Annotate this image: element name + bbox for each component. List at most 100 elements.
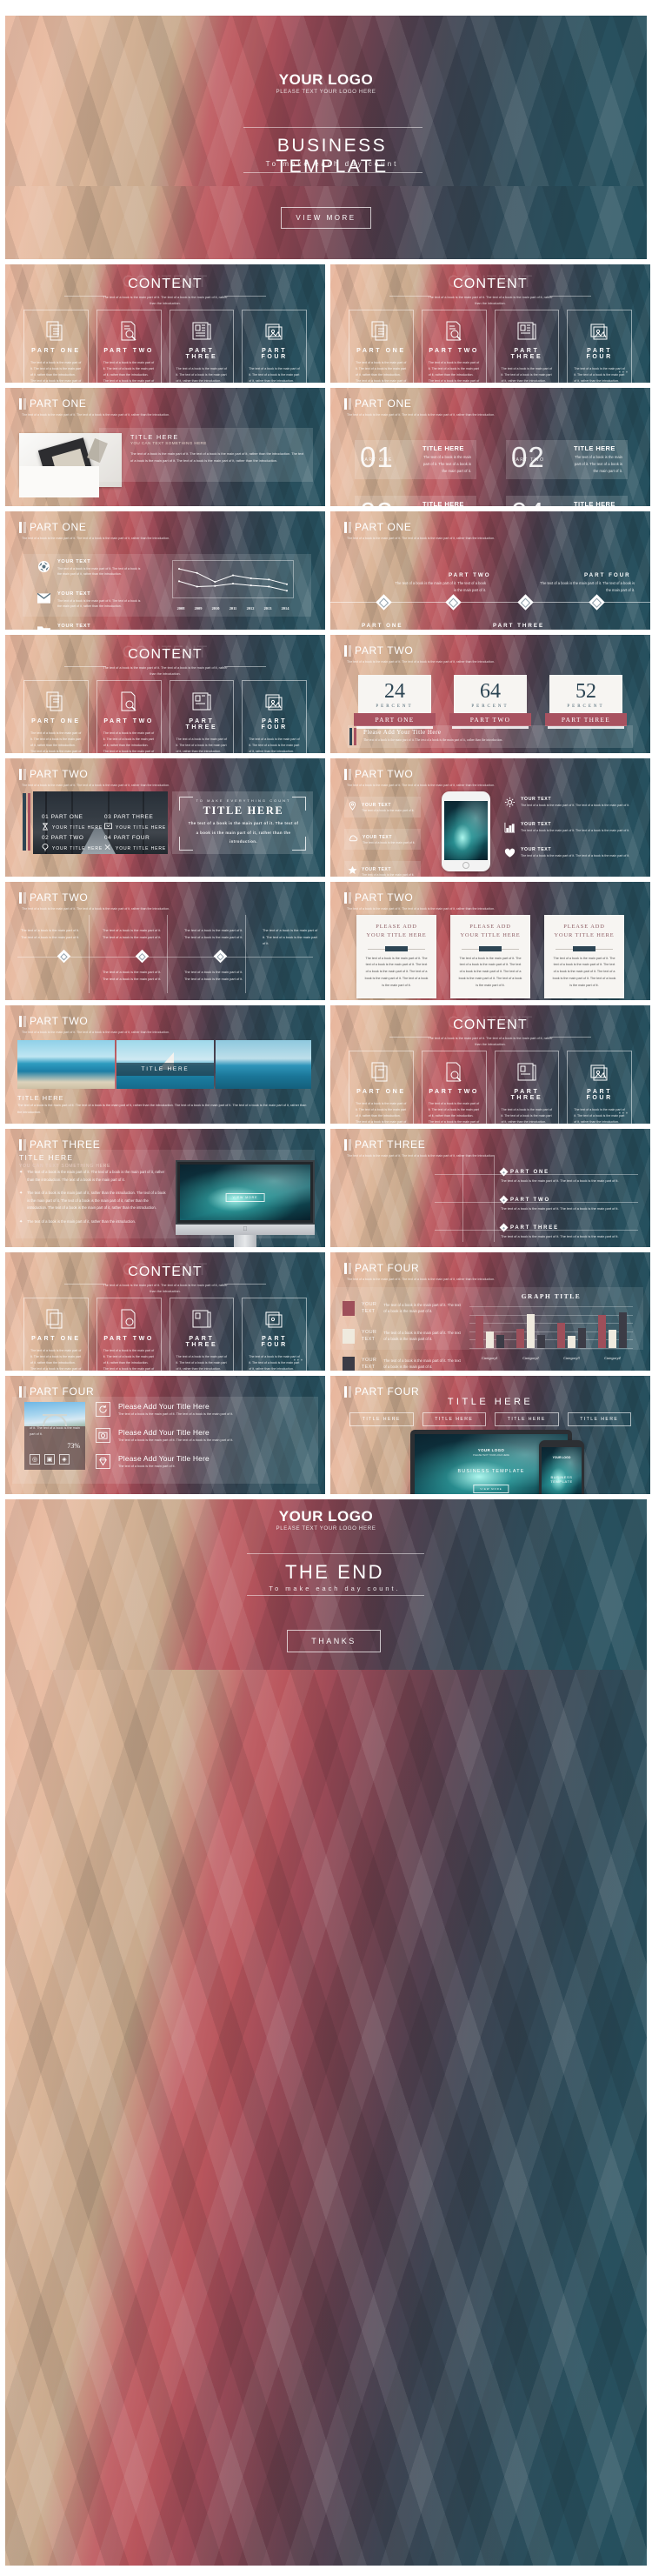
content-card[interactable]: PART ONE The text of a book is the main … — [349, 1051, 414, 1124]
slide-content-b[interactable]: CONTENT CONTENT The text of a book is th… — [330, 264, 650, 383]
pagination-dots[interactable]: ••• — [619, 370, 629, 376]
legend-item[interactable]: YOUR TEXT The text of a book is the main… — [343, 1329, 464, 1344]
phone-list-item[interactable]: YOUR TEXT The text of a book is the main … — [504, 847, 640, 863]
timeline-node-diamond[interactable] — [376, 594, 392, 611]
content-card[interactable]: PART FOUR The text of a book is the main… — [242, 680, 307, 753]
slide-phone-mock[interactable]: PART TWO The text of a book is the main … — [330, 758, 650, 877]
phone-list-item[interactable]: YOUR TEXT The text of a book is the main … — [344, 861, 421, 877]
slide-intro-photo[interactable]: PART ONE The text of a book is the main … — [5, 388, 325, 506]
content-card[interactable]: PART TWO The text of a book is the main … — [421, 310, 487, 383]
content-card[interactable]: PART ONE The text of a book is the main … — [23, 680, 89, 753]
numbered-item[interactable]: 04PART FOUR TITLE HEREThe text of a book… — [506, 496, 628, 506]
slide-photo-title[interactable]: PART TWO The text of a book is the main … — [5, 758, 325, 877]
icon-list-item[interactable]: YOUR TEXTThe text of a book is the main … — [37, 591, 143, 610]
icon-list-item[interactable]: YOUR TEXTThe text of a book is the main … — [37, 624, 143, 630]
icon-list-item[interactable]: YOUR TEXTThe text of a book is the main … — [37, 559, 143, 577]
white-card[interactable]: PLEASE ADD YOUR TITLE HERE The text of a… — [356, 915, 436, 999]
content-card[interactable]: PART TWO The text of a book is the main … — [96, 1298, 162, 1371]
slide-diamond-grid[interactable]: PART TWO The text of a book is the main … — [5, 882, 325, 1000]
tab-title-4[interactable]: TITLE HERE — [567, 1412, 631, 1426]
grid-node-diamond[interactable] — [135, 949, 150, 964]
section-header-label: PART TWO — [30, 1015, 89, 1027]
white-card[interactable]: PLEASE ADD YOUR TITLE HERE The text of a… — [450, 915, 530, 999]
crosshair-item-label[interactable]: PART ONE — [499, 1167, 549, 1177]
timeline-node-diamond[interactable] — [517, 594, 534, 611]
slide-cover-lower[interactable]: VIEW MORE — [5, 186, 647, 259]
slide-cover[interactable]: YOUR LOGO PLEASE TEXT YOUR LOGO HERE BUS… — [5, 16, 647, 186]
widget-row[interactable]: Please Add Your Title Here The text of a … — [96, 1427, 311, 1445]
content-card[interactable]: PART ONE The text of a book is the main … — [23, 310, 89, 383]
slide-icon-linechart[interactable]: PART ONE The text of a book is the main … — [5, 511, 325, 630]
content-card[interactable]: PART TWO The text of a book is the main … — [96, 680, 162, 753]
tab-title-1[interactable]: TITLE HERE — [349, 1412, 414, 1426]
percent-card[interactable]: 52 PERCENT PART THREE — [545, 675, 627, 726]
numbered-item[interactable]: 02 PART TWO TITLE HERE The text of a book … — [506, 440, 628, 479]
ipad-screen-button[interactable]: VIEW MORE — [473, 1485, 509, 1493]
timeline-node-diamond[interactable] — [445, 594, 462, 611]
crosshair-item-label[interactable]: PART TWO — [499, 1195, 550, 1205]
node-diamond-icon — [499, 1195, 509, 1205]
pagination-dots[interactable]: ••• — [294, 1358, 304, 1364]
content-card[interactable]: PART THREE The text of a book is the mai… — [169, 1298, 235, 1371]
quote-panel[interactable]: Please Add Your Title Here The text of a… — [348, 725, 633, 748]
content-card[interactable]: PART ONE The text of a book is the main … — [349, 310, 414, 383]
slide-content-c[interactable]: CONTENT CONTENT The text of a book is th… — [5, 635, 325, 753]
slide-imac[interactable]: PART THREE TITLE HERE YOU CAN TEXT SOMET… — [5, 1129, 325, 1247]
tab-title-3[interactable]: TITLE HERE — [495, 1412, 559, 1426]
phone-list-item[interactable]: YOUR TEXT The text of a book is the main … — [504, 822, 640, 838]
imac-screen-button[interactable]: VIEW MORE — [225, 1193, 265, 1203]
camera-icon[interactable]: ▣ — [44, 1454, 55, 1465]
thanks-button[interactable]: THANKS — [287, 1630, 381, 1652]
slide-numbered[interactable]: PART ONE The text of a book is the main … — [330, 388, 650, 506]
content-card[interactable]: PART ONE The text of a book is the main … — [23, 1298, 89, 1371]
content-card[interactable]: PART THREE The text of a book is the mai… — [494, 1051, 560, 1124]
widget-card[interactable]: Please Add Your Title Here. The text of … — [24, 1402, 85, 1470]
photo-overlay-item: 04 PART FOUR — [104, 835, 150, 841]
slide-widget[interactable]: PART FOUR Please Add Your Title Here. Th… — [5, 1376, 325, 1494]
phone-list-item[interactable]: YOUR TEXT The text of a book is the main … — [344, 797, 421, 818]
timeline-label: PART THREE — [493, 623, 545, 629]
content-card[interactable]: PART TWO The text of a book is the main … — [96, 310, 162, 383]
grid-node-diamond[interactable] — [57, 949, 71, 964]
content-card-text: The text of a book is the main part of i… — [103, 731, 155, 753]
view-more-button[interactable]: VIEW MORE — [281, 207, 371, 229]
crosshair-item-label[interactable]: PART THREE — [499, 1223, 559, 1232]
content-card[interactable]: PART TWO The text of a book is the main … — [421, 1051, 487, 1124]
slide-devices[interactable]: PART FOUR TITLE HERE TITLE HERE TITLE HE… — [330, 1376, 650, 1494]
slide-ending[interactable]: YOUR LOGO PLEASE TEXT YOUR LOGO HERE THE… — [5, 1499, 647, 1670]
phone-list-item[interactable]: YOUR TEXT The text of a book is the main … — [504, 797, 640, 812]
slide-percent-stats[interactable]: PART TWO The text of a book is the main … — [330, 635, 650, 753]
grid-node-diamond[interactable] — [213, 949, 228, 964]
widget-row-title: Please Add Your Title Here — [118, 1427, 210, 1437]
timeline-node-diamond[interactable] — [589, 594, 605, 611]
slide-gallery[interactable]: PART TWO The text of a book is the main … — [5, 1005, 325, 1124]
phone-list-item[interactable]: YOUR TEXT The text of a book is the main … — [344, 829, 421, 850]
tab-title-2[interactable]: TITLE HERE — [422, 1412, 486, 1426]
pagination-dots[interactable]: ••• — [619, 1111, 629, 1117]
slide-content-a[interactable]: CONTENT CONTENT The text of a book is th… — [5, 264, 325, 383]
numbered-item[interactable]: 01 PART ONE TITLE HERE The text of a book … — [355, 440, 476, 479]
content-card[interactable]: PART FOUR The text of a book is the main… — [242, 310, 307, 383]
content-card[interactable]: PART THREE The text of a book is the mai… — [494, 310, 560, 383]
home-button-icon — [462, 862, 469, 869]
slide-timeline[interactable]: PART ONE The text of a book is the main … — [330, 511, 650, 630]
white-card[interactable]: PLEASE ADD YOUR TITLE HERE The text of a… — [544, 915, 624, 999]
diamond-icon[interactable]: ◈ — [59, 1454, 70, 1465]
slide-content-e[interactable]: CONTENT CONTENT The text of a book is th… — [5, 1252, 325, 1371]
slide-bar-chart[interactable]: PART FOUR The text of a book is the main… — [330, 1252, 650, 1371]
content-card[interactable]: PART THREE The text of a book is the mai… — [169, 310, 235, 383]
percent-card[interactable]: 64 PERCENT PART TWO — [449, 675, 531, 726]
photos-icon — [574, 319, 625, 343]
percent-card[interactable]: 24 PERCENT PART ONE — [354, 675, 436, 726]
section-header: PART TWO — [19, 1015, 88, 1027]
legend-item[interactable]: YOUR TEXT The text of a book is the main… — [343, 1357, 464, 1371]
numbered-item[interactable]: 03PART THREE TITLE HEREThe text of a boo… — [355, 496, 476, 506]
slide-content-d[interactable]: CONTENT CONTENT The text of a book is th… — [330, 1005, 650, 1124]
legend-item[interactable]: YOUR TEXT The text of a book is the main… — [343, 1301, 464, 1316]
slide-white-cards[interactable]: PART TWO The text of a book is the main … — [330, 882, 650, 1000]
content-card[interactable]: PART THREE The text of a book is the mai… — [169, 680, 235, 753]
aperture-icon[interactable]: ◎ — [30, 1454, 40, 1465]
widget-row[interactable]: Please Add Your Title Here The text of a … — [96, 1402, 311, 1418]
widget-row[interactable]: Please Add Your Title Here The text of a … — [96, 1453, 311, 1471]
slide-crosshair[interactable]: PART THREE The text of a book is the mai… — [330, 1129, 650, 1247]
